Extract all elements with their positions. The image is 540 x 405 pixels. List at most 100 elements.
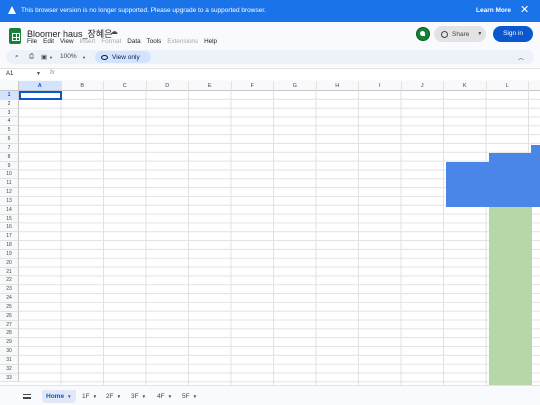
- spreadsheet-grid[interactable]: A B C D E F G H I J K L 1 2 3 4 5 6 7 8 9 10 11 12 13 14 15 16 17 18 1…: [0, 81, 540, 385]
- menu-help[interactable]: Help: [204, 38, 217, 45]
- share-button[interactable]: Share ▼: [434, 26, 486, 42]
- sheet-tab-2f[interactable]: 2F ▼: [102, 390, 125, 403]
- row-header[interactable]: 28: [0, 329, 19, 339]
- row-header[interactable]: 19: [0, 249, 19, 259]
- row-header[interactable]: 30: [0, 347, 19, 356]
- menu-tools[interactable]: Tools: [147, 38, 162, 45]
- row-header[interactable]: 9: [0, 161, 19, 171]
- row-header[interactable]: 16: [0, 223, 19, 233]
- row-header[interactable]: 17: [0, 232, 19, 242]
- row-header[interactable]: 6: [0, 135, 19, 144]
- column-header-a[interactable]: A: [19, 81, 62, 91]
- cell-area[interactable]: [19, 91, 540, 385]
- column-header-d[interactable]: D: [146, 81, 189, 91]
- row-header[interactable]: 14: [0, 205, 19, 215]
- row-header[interactable]: 7: [0, 143, 19, 153]
- close-icon[interactable]: ✕: [520, 4, 529, 16]
- row-header[interactable]: 11: [0, 179, 19, 189]
- blue-filled-block[interactable]: [446, 162, 489, 207]
- menu-format[interactable]: Format: [101, 38, 121, 45]
- row-header[interactable]: 32: [0, 364, 19, 374]
- collapse-toolbar-icon[interactable]: ︿: [518, 53, 524, 62]
- row-header[interactable]: 8: [0, 152, 19, 162]
- row-header[interactable]: 4: [0, 117, 19, 127]
- column-header-c[interactable]: C: [104, 81, 147, 91]
- menu-view[interactable]: View: [60, 38, 74, 45]
- row-header[interactable]: 33: [0, 373, 19, 383]
- column-header-h[interactable]: H: [316, 81, 359, 91]
- sheet-tab-label: 2F: [106, 393, 114, 400]
- zoom-chevron-icon[interactable]: ▼: [82, 55, 86, 60]
- selected-cell-a1[interactable]: [19, 91, 62, 100]
- chevron-down-icon[interactable]: ▼: [67, 394, 71, 399]
- row-header[interactable]: 21: [0, 267, 19, 277]
- all-sheets-menu-icon[interactable]: [23, 394, 31, 399]
- column-header-g[interactable]: G: [274, 81, 317, 91]
- menu-bar: File Edit View Insert Format Data Tools Extensi…: [27, 38, 217, 45]
- menu-insert[interactable]: Insert: [80, 38, 96, 45]
- row-header[interactable]: 24: [0, 294, 19, 303]
- row-header[interactable]: 27: [0, 320, 19, 330]
- column-header-overflow[interactable]: [529, 81, 540, 91]
- column-header-e[interactable]: E: [189, 81, 232, 91]
- blue-filled-block[interactable]: [531, 145, 540, 207]
- row-header[interactable]: 26: [0, 311, 19, 321]
- sheet-tab-5f[interactable]: 5F ▼: [178, 390, 201, 403]
- row-header[interactable]: 13: [0, 196, 19, 206]
- chevron-down-icon[interactable]: ▼: [142, 394, 146, 399]
- column-header-l[interactable]: L: [486, 81, 529, 91]
- avatar-icon[interactable]: [416, 27, 430, 41]
- column-header-i[interactable]: I: [359, 81, 402, 91]
- row-header[interactable]: 31: [0, 355, 19, 365]
- cloud-status-icon: ☁: [110, 27, 118, 36]
- sign-in-button[interactable]: Sign in: [493, 26, 533, 42]
- sheet-tab-1f[interactable]: 1F ▼: [78, 390, 101, 403]
- column-header-f[interactable]: F: [231, 81, 274, 91]
- row-header[interactable]: 5: [0, 126, 19, 136]
- sheet-tab-3f[interactable]: 3F ▼: [127, 390, 150, 403]
- print-icon[interactable]: ⎙: [29, 53, 34, 61]
- row-header[interactable]: 12: [0, 188, 19, 197]
- column-header-b[interactable]: B: [61, 81, 104, 91]
- view-only-button[interactable]: View only: [95, 51, 151, 63]
- chevron-down-icon: ▼: [477, 31, 483, 37]
- chevron-down-icon[interactable]: ▼: [93, 394, 97, 399]
- warning-icon: [8, 6, 16, 14]
- select-all-corner[interactable]: [0, 81, 19, 91]
- row-header[interactable]: 20: [0, 258, 19, 268]
- row-header[interactable]: 10: [0, 170, 19, 180]
- row-header[interactable]: 29: [0, 338, 19, 348]
- fx-icon: fx: [50, 70, 55, 76]
- row-header[interactable]: 3: [0, 108, 19, 118]
- menu-data[interactable]: Data: [127, 38, 140, 45]
- column-header-k[interactable]: K: [444, 81, 487, 91]
- blue-filled-block[interactable]: [489, 153, 532, 207]
- row-header[interactable]: 23: [0, 285, 19, 295]
- row-header[interactable]: 22: [0, 276, 19, 286]
- search-icon[interactable]: ⌕: [15, 53, 19, 61]
- sheet-tab-label: 3F: [131, 393, 139, 400]
- zoom-select[interactable]: 100%: [60, 53, 77, 60]
- name-box[interactable]: A1: [6, 71, 13, 77]
- name-box-chevron-icon[interactable]: ▼: [36, 71, 41, 77]
- menu-edit[interactable]: Edit: [43, 38, 54, 45]
- sheet-tab-home[interactable]: Home ▼: [42, 390, 76, 403]
- row-header[interactable]: 1: [0, 91, 19, 100]
- learn-more-link[interactable]: Learn More: [476, 7, 511, 14]
- menu-extensions[interactable]: Extensions: [167, 38, 198, 45]
- column-header-j[interactable]: J: [401, 81, 444, 91]
- row-header[interactable]: 18: [0, 241, 19, 250]
- menu-file[interactable]: File: [27, 38, 37, 45]
- sheet-tab-4f[interactable]: 4F ▼: [153, 390, 176, 403]
- sheet-tab-label: 5F: [182, 393, 190, 400]
- chevron-down-icon[interactable]: ▼: [168, 394, 172, 399]
- chevron-down-icon[interactable]: ▼: [49, 55, 53, 60]
- row-header[interactable]: 2: [0, 99, 19, 109]
- sheets-logo-icon[interactable]: [9, 28, 21, 44]
- green-filled-block[interactable]: [489, 207, 532, 385]
- chevron-down-icon[interactable]: ▼: [117, 394, 121, 399]
- chevron-down-icon[interactable]: ▼: [193, 394, 197, 399]
- row-header[interactable]: 25: [0, 302, 19, 312]
- paint-format-icon[interactable]: ▣: [41, 53, 47, 61]
- row-header[interactable]: 15: [0, 214, 19, 224]
